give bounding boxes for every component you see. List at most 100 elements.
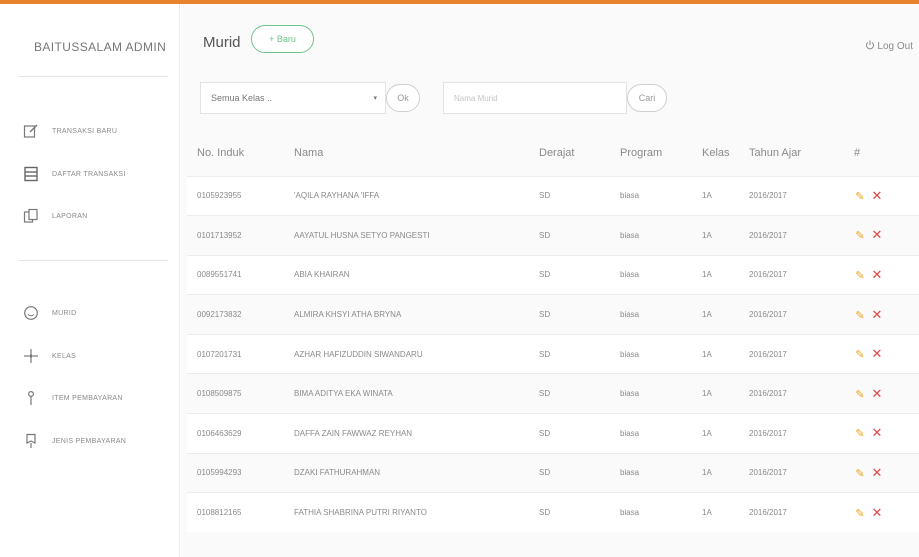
cell-nama: 'AQILA RAYHANA 'IFFA: [284, 175, 529, 216]
edit-icon[interactable]: ✎: [854, 427, 866, 440]
column-header-nama[interactable]: Nama: [284, 130, 529, 176]
edit-icon[interactable]: ✎: [854, 348, 866, 361]
edit-icon[interactable]: ✎: [854, 269, 866, 282]
column-header-derajat[interactable]: Derajat: [529, 130, 610, 176]
edit-icon[interactable]: ✎: [854, 229, 866, 242]
table-row: 0092173832 ALMIRA KHSYI ATHA BRYNA SD biasa…: [187, 294, 919, 335]
search-input[interactable]: [443, 82, 627, 114]
sidebar-item-item-pembayaran[interactable]: ITEM PEMBAYARAN: [22, 386, 123, 410]
column-header-actions: #: [854, 146, 861, 159]
delete-icon[interactable]: ✕: [870, 465, 884, 481]
edit-icon[interactable]: ✎: [854, 388, 866, 401]
delete-icon[interactable]: ✕: [870, 505, 884, 521]
delete-icon[interactable]: ✕: [870, 267, 884, 283]
cell-program: biasa: [610, 373, 692, 414]
sidebar-item-jenis-pembayaran[interactable]: JENIS PEMBAYARAN: [22, 429, 126, 453]
column-header-program[interactable]: Program: [610, 130, 692, 176]
cell-tahun-ajar: 2016/2017: [739, 294, 844, 335]
delete-icon[interactable]: ✕: [870, 188, 884, 204]
sidebar-item-label: TRANSAKSI BARU: [52, 127, 118, 135]
sidebar-item-label: LAPORAN: [52, 212, 88, 220]
table-row: 0101713952 AAYATUL HUSNA SETYO PANGESTI SD…: [187, 215, 919, 256]
bookmark-icon: [22, 432, 40, 450]
column-header-tahun-ajar[interactable]: Tahun Ajar: [739, 130, 844, 176]
logout-link[interactable]: Log Out: [865, 40, 913, 53]
divider: [18, 260, 168, 261]
cell-kelas: 1A: [692, 215, 739, 256]
cell-derajat: SD: [529, 413, 610, 454]
delete-icon[interactable]: ✕: [870, 425, 884, 441]
cell-program: biasa: [610, 492, 692, 533]
cell-derajat: SD: [529, 333, 610, 374]
cell-actions: ✎ ✕: [844, 492, 919, 533]
cell-no-induk: 0101713952: [187, 215, 284, 256]
add-murid-button[interactable]: + Baru: [251, 25, 314, 53]
cell-actions: ✎ ✕: [844, 373, 919, 414]
cell-derajat: SD: [529, 254, 610, 295]
cell-no-induk: 0107201731: [187, 333, 284, 374]
brand-title: BAITUSSALAM ADMIN: [34, 40, 167, 54]
cell-derajat: SD: [529, 294, 610, 335]
cell-tahun-ajar: 2016/2017: [739, 333, 844, 374]
edit-icon[interactable]: ✎: [854, 309, 866, 322]
cell-kelas: 1A: [692, 175, 739, 216]
column-header-no-induk[interactable]: No. Induk: [187, 130, 284, 176]
cell-kelas: 1A: [692, 333, 739, 374]
cell-program: biasa: [610, 215, 692, 256]
cell-program: biasa: [610, 452, 692, 493]
cell-derajat: SD: [529, 175, 610, 216]
cell-kelas: 1A: [692, 294, 739, 335]
sidebar-item-laporan[interactable]: LAPORAN: [22, 204, 88, 228]
cell-program: biasa: [610, 175, 692, 216]
cell-actions: ✎ ✕: [844, 452, 919, 493]
list-icon: [22, 165, 40, 183]
sidebar-item-kelas[interactable]: KELAS: [22, 344, 76, 368]
main-content: Murid + Baru Log Out Semua Kelas .. ▾ Ok…: [181, 4, 919, 557]
cell-tahun-ajar: 2016/2017: [739, 492, 844, 533]
dropdown-arrow-icon: ▾: [373, 95, 377, 102]
cell-tahun-ajar: 2016/2017: [739, 175, 844, 216]
edit-icon[interactable]: ✎: [854, 467, 866, 480]
cell-kelas: 1A: [692, 373, 739, 414]
delete-icon[interactable]: ✕: [870, 307, 884, 323]
cell-kelas: 1A: [692, 413, 739, 454]
cell-tahun-ajar: 2016/2017: [739, 452, 844, 493]
cell-tahun-ajar: 2016/2017: [739, 254, 844, 295]
cell-nama: DZAKI FATHURAHMAN: [284, 452, 529, 493]
cell-actions: ✎ ✕: [844, 333, 919, 374]
sidebar-item-murid[interactable]: MURID: [22, 301, 76, 325]
logout-label: Log Out: [877, 41, 913, 52]
delete-icon[interactable]: ✕: [870, 346, 884, 362]
table-row: 0106463629 DAFFA ZAIN FAWWAZ REYHAN SD bias…: [187, 413, 919, 454]
search-button[interactable]: Cari: [627, 84, 667, 112]
table-row: 0105994293 DZAKI FATHURAHMAN SD biasa 1A 2016…: [187, 452, 919, 493]
edit-icon[interactable]: ✎: [854, 190, 866, 203]
cell-nama: ABIA KHAIRAN: [284, 254, 529, 295]
sidebar-item-label: DAFTAR TRANSAKSI: [52, 170, 126, 178]
delete-icon[interactable]: ✕: [870, 386, 884, 402]
sidebar-item-daftar-transaksi[interactable]: DAFTAR TRANSAKSI: [22, 162, 126, 186]
cell-derajat: SD: [529, 452, 610, 493]
table-row: 0107201731 AZHAR HAFIZUDDIN SIWANDARU SD bi…: [187, 333, 919, 374]
sidebar-item-label: KELAS: [52, 352, 77, 360]
cell-nama: BIMA ADITYA EKA WINATA: [284, 373, 529, 414]
column-header-kelas[interactable]: Kelas: [692, 130, 739, 176]
cell-kelas: 1A: [692, 254, 739, 295]
ok-button[interactable]: Ok: [386, 84, 420, 112]
class-filter-select[interactable]: Semua Kelas .. ▾: [200, 82, 386, 114]
page-title: Murid: [203, 34, 241, 51]
delete-icon[interactable]: ✕: [870, 227, 884, 243]
sidebar: BAITUSSALAM ADMIN TRANSAKSI BARU DAFTAR …: [0, 4, 180, 557]
smile-icon: [22, 304, 40, 322]
edit-icon[interactable]: ✎: [854, 507, 866, 520]
power-icon: [865, 40, 875, 53]
cell-actions: ✎ ✕: [844, 413, 919, 454]
cell-nama: AAYATUL HUSNA SETYO PANGESTI: [284, 215, 529, 256]
cell-nama: DAFFA ZAIN FAWWAZ REYHAN: [284, 413, 529, 454]
cell-no-induk: 0106463629: [187, 413, 284, 454]
cell-program: biasa: [610, 333, 692, 374]
sidebar-item-transaksi-baru[interactable]: TRANSAKSI BARU: [22, 119, 117, 143]
cell-derajat: SD: [529, 215, 610, 256]
table-row: 0089551741 ABIA KHAIRAN SD biasa 1A 2016/2017…: [187, 254, 919, 295]
cell-kelas: 1A: [692, 452, 739, 493]
